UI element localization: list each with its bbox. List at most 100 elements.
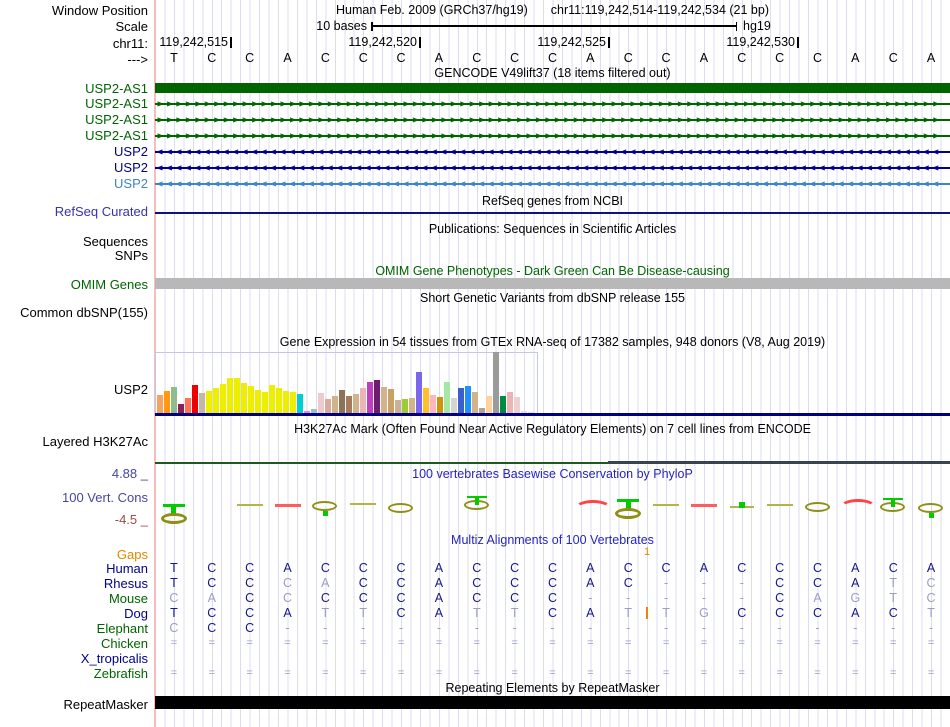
gtex-tissue-bar[interactable] (465, 386, 471, 413)
gtex-gene-label[interactable]: USP2 (0, 383, 148, 396)
gene-transcript-row[interactable]: >>>>>>>>>>>>>>>>>>>>>>>>>>>>>>>>>>>>>>>>… (155, 97, 950, 112)
gtex-tissue-bar[interactable] (381, 387, 387, 413)
gtex-tissue-bar[interactable] (409, 398, 415, 413)
gtex-tissue-bar[interactable] (276, 388, 282, 413)
gtex-tissue-bar[interactable] (199, 393, 205, 413)
gtex-tissue-bar[interactable] (339, 390, 345, 413)
refseq-gene-line[interactable] (155, 212, 950, 214)
alignment-base: = (246, 667, 253, 679)
gtex-tissue-bar[interactable] (178, 404, 184, 413)
gtex-tissue-bar[interactable] (290, 392, 296, 413)
gtex-tissue-bar[interactable] (528, 412, 534, 413)
alignment-base: C (396, 606, 406, 620)
species-label[interactable]: Mouse (0, 592, 148, 605)
common-dbsnp-label[interactable]: Common dbSNP(155) (0, 306, 148, 319)
gtex-tissue-bar[interactable] (255, 390, 261, 413)
gtex-tissue-bar[interactable] (346, 396, 352, 413)
gene-transcript-row[interactable]: <<<<<<<<<<<<<<<<<<<<<<<<<<<<<<<<<<<<<<<<… (155, 161, 950, 176)
gtex-tissue-bar[interactable] (318, 393, 324, 413)
repeatmasker-label[interactable]: RepeatMasker (0, 698, 148, 711)
gene-exon-bar[interactable] (155, 83, 950, 93)
species-label[interactable]: Rhesus (0, 577, 148, 590)
position-title: Human Feb. 2009 (GRCh37/hg19) chr11:119,… (155, 4, 950, 17)
gtex-tissue-bar[interactable] (185, 398, 191, 413)
gene-track-label[interactable]: USP2 (0, 145, 148, 158)
gene-transcript-row[interactable]: >>>>>>>>>>>>>>>>>>>>>>>>>>>>>>>>>>>>>>>>… (155, 129, 950, 144)
species-label[interactable]: Dog (0, 607, 148, 620)
gene-track-label[interactable]: USP2-AS1 (0, 113, 148, 126)
species-label[interactable]: Human (0, 562, 148, 575)
gtex-tissue-bar[interactable] (430, 395, 436, 413)
gtex-tissue-bar[interactable] (157, 395, 163, 413)
gtex-tissue-bar[interactable] (206, 391, 212, 413)
gtex-tissue-bar[interactable] (486, 396, 492, 413)
gtex-tissue-bar[interactable] (451, 398, 457, 413)
gtex-tissue-bar[interactable] (514, 397, 520, 413)
gtex-tissue-bar[interactable] (458, 388, 464, 413)
gene-transcript-row[interactable]: <<<<<<<<<<<<<<<<<<<<<<<<<<<<<<<<<<<<<<<<… (155, 145, 950, 160)
omim-genes-label[interactable]: OMIM Genes (0, 278, 148, 291)
gtex-tissue-bar[interactable] (297, 394, 303, 413)
alignment-base: - (663, 621, 669, 635)
gene-track-label[interactable]: USP2-AS1 (0, 82, 148, 95)
gtex-tissue-bar[interactable] (171, 387, 177, 413)
cons-track-label[interactable]: 100 Vert. Cons (0, 491, 148, 504)
gtex-tissue-bar[interactable] (388, 389, 394, 413)
gtex-tissue-bar[interactable] (479, 408, 485, 413)
gene-transcript-row[interactable]: >>>>>>>>>>>>>>>>>>>>>>>>>>>>>>>>>>>>>>>>… (155, 113, 950, 128)
gene-transcript-row[interactable]: <<<<<<<<<<<<<<<<<<<<<<<<<<<<<<<<<<<<<<<<… (155, 177, 950, 192)
gtex-tissue-bar[interactable] (192, 385, 198, 413)
gene-track-label[interactable]: USP2 (0, 161, 148, 174)
scale-label: Scale (115, 19, 148, 34)
gtex-tissue-bar[interactable] (311, 409, 317, 413)
gtex-tissue-bar[interactable] (521, 411, 527, 413)
gaps-label[interactable]: Gaps (0, 548, 148, 561)
gene-track-label[interactable]: USP2-AS1 (0, 97, 148, 110)
gtex-tissue-bar[interactable] (248, 386, 254, 413)
snps-label[interactable]: SNPs (0, 249, 148, 262)
species-label[interactable]: Zebrafish (0, 667, 148, 680)
gtex-tissue-bar[interactable] (220, 384, 226, 413)
gtex-tissue-bar[interactable] (374, 380, 380, 413)
repeatmasker-bar[interactable] (155, 696, 950, 709)
gtex-tissue-bar[interactable] (493, 352, 499, 413)
cons-max-label: 4.88 _ (111, 466, 148, 481)
gtex-tissue-bar[interactable] (353, 394, 359, 413)
gtex-tissue-bar[interactable] (304, 411, 310, 413)
gtex-tissue-bar[interactable] (213, 388, 219, 413)
gtex-tissue-bar[interactable] (507, 392, 513, 413)
gtex-tissue-bar[interactable] (227, 378, 233, 413)
gene-track-label[interactable]: USP2-AS1 (0, 129, 148, 142)
gtex-tissue-bar[interactable] (472, 392, 478, 413)
gtex-tissue-bar[interactable] (444, 382, 450, 413)
refseq-curated-label[interactable]: RefSeq Curated (0, 205, 148, 218)
gtex-tissue-bar[interactable] (500, 396, 506, 413)
h3k27ac-signal-green[interactable] (155, 461, 608, 464)
base-letter: A (586, 51, 595, 65)
gtex-tissue-bar[interactable] (269, 385, 275, 413)
h3k27ac-label[interactable]: Layered H3K27Ac (0, 435, 148, 448)
gtex-tissue-bar[interactable] (325, 399, 331, 413)
gtex-tissue-bar[interactable] (164, 391, 170, 413)
gtex-tissue-bar[interactable] (402, 399, 408, 413)
gene-track-label[interactable]: USP2 (0, 177, 148, 190)
gtex-tissue-bar[interactable] (395, 400, 401, 413)
gtex-tissue-bar[interactable] (283, 391, 289, 413)
sequences-label[interactable]: Sequences (0, 235, 148, 248)
gtex-tissue-bar[interactable] (262, 392, 268, 413)
gtex-tissue-bar[interactable] (437, 397, 443, 413)
omim-track-bar[interactable] (155, 278, 950, 289)
gtex-tissue-bar[interactable] (416, 372, 422, 413)
phylop-base-glyph (918, 503, 944, 513)
h3k27ac-signal-dark[interactable] (608, 461, 950, 464)
gtex-tissue-bar[interactable] (241, 383, 247, 413)
gtex-tissue-bar[interactable] (360, 388, 366, 413)
species-label[interactable]: X_tropicalis (0, 652, 148, 665)
alignment-base: A (813, 591, 822, 605)
gtex-tissue-bar[interactable] (332, 396, 338, 413)
gtex-tissue-bar[interactable] (367, 382, 373, 413)
gtex-tissue-bar[interactable] (423, 388, 429, 413)
species-label[interactable]: Elephant (0, 622, 148, 635)
gtex-tissue-bar[interactable] (234, 378, 240, 413)
species-label[interactable]: Chicken (0, 637, 148, 650)
